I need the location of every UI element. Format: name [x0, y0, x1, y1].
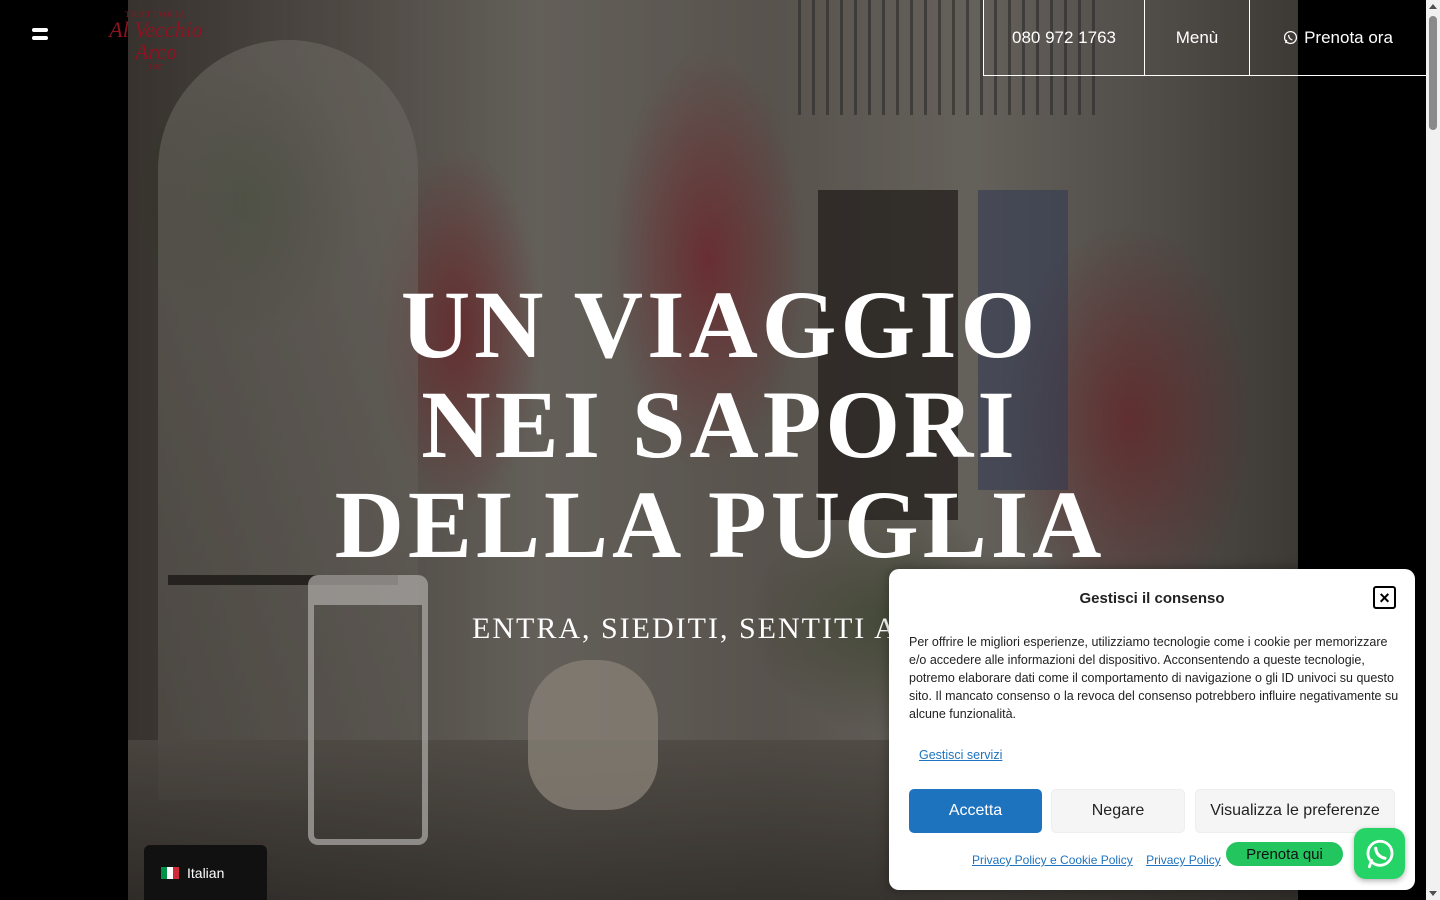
italy-flag-icon	[161, 866, 179, 879]
menu-link[interactable]: Menù	[1145, 0, 1250, 75]
language-switcher[interactable]: Italian	[144, 845, 267, 900]
logo-name: Al Vecchio Arco	[109, 17, 203, 64]
logo-year: 1967	[149, 63, 163, 71]
menu-icon[interactable]	[28, 26, 52, 42]
deny-button[interactable]: Negare	[1051, 789, 1185, 833]
language-label: Italian	[187, 864, 225, 881]
consent-links: Privacy Policy e Cookie Policy Privacy P…	[972, 853, 1231, 867]
hero-subtitle: ENTRA, SIEDITI, SENTITI A C	[472, 612, 928, 645]
accept-button[interactable]: Accetta	[909, 789, 1042, 833]
book-now-label: Prenota ora	[1304, 27, 1393, 47]
whatsapp-icon	[1284, 30, 1298, 45]
view-preferences-button[interactable]: Visualizza le preferenze	[1195, 789, 1395, 833]
whatsapp-button[interactable]	[1354, 828, 1405, 879]
hero-title: UN VIAGGIO NEI SAPORI DELLA PUGLIA	[0, 275, 1440, 575]
scrollbar[interactable]	[1426, 0, 1440, 900]
book-now-link[interactable]: Prenota ora	[1250, 0, 1426, 75]
consent-body: Per offrire le migliori esperienze, util…	[909, 635, 1399, 721]
scroll-up-arrow[interactable]	[1429, 4, 1437, 9]
privacy-policy-link[interactable]: Privacy Policy	[1146, 853, 1221, 867]
hero-title-line: DELLA PUGLIA	[334, 471, 1106, 578]
scroll-down-arrow[interactable]	[1429, 891, 1437, 896]
manage-services-link[interactable]: Gestisci servizi	[919, 748, 1002, 762]
scrollbar-thumb[interactable]	[1429, 16, 1437, 130]
top-nav: 080 972 1763 Menù Prenota ora	[983, 0, 1427, 76]
hero-title-line: NEI SAPORI	[421, 371, 1019, 478]
consent-title: Gestisci il consenso	[1079, 590, 1225, 607]
privacy-cookie-policy-link[interactable]: Privacy Policy e Cookie Policy	[972, 853, 1133, 867]
whatsapp-icon	[1366, 839, 1393, 868]
close-icon[interactable]: ×	[1373, 586, 1396, 609]
whatsapp-label[interactable]: Prenota qui	[1226, 842, 1343, 866]
phone-link[interactable]: 080 972 1763	[984, 0, 1145, 75]
logo[interactable]: TRATTORIA Al Vecchio Arco 1967	[96, 10, 216, 71]
cookie-consent-dialog: Gestisci il consenso × Per offrire le mi…	[889, 569, 1415, 890]
hero-title-line: UN VIAGGIO	[400, 271, 1040, 378]
